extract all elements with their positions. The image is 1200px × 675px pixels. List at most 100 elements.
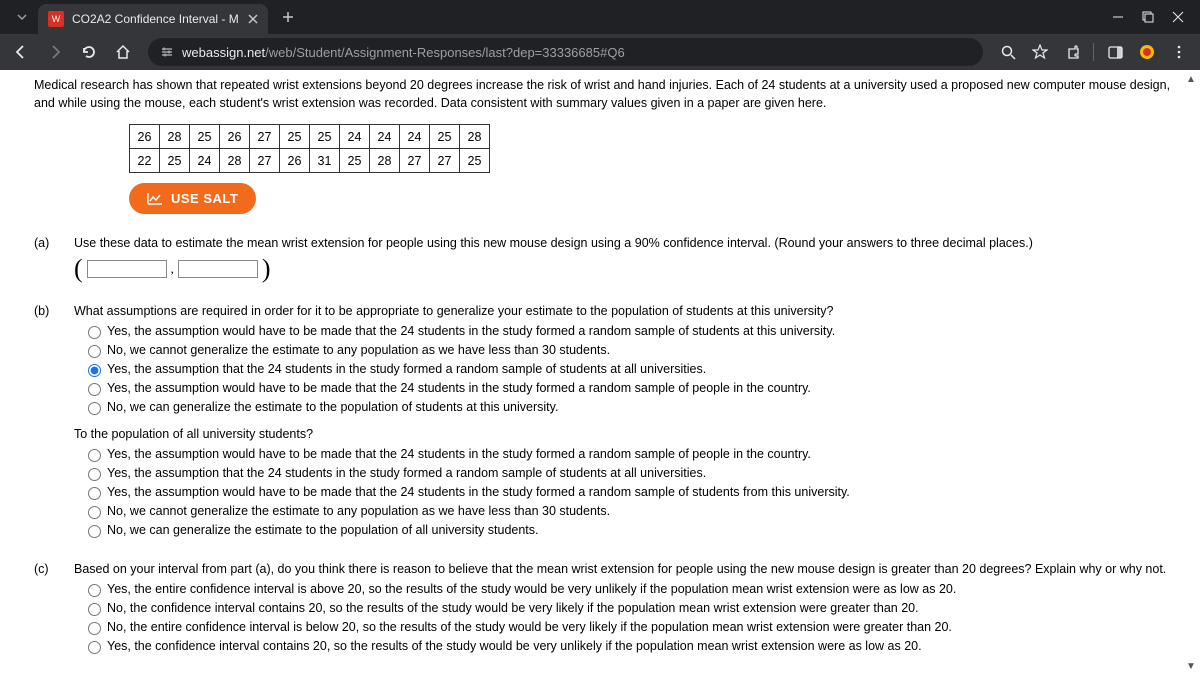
radio-input[interactable] (88, 345, 101, 358)
radio-option[interactable]: No, we can generalize the estimate to th… (88, 521, 1182, 540)
radio-input[interactable] (88, 525, 101, 538)
address-bar[interactable]: webassign.net/web/Student/Assignment-Res… (148, 38, 983, 66)
address-path: /web/Student/Assignment-Responses/last?d… (265, 45, 625, 60)
data-cell: 25 (460, 149, 490, 173)
radio-option[interactable]: Yes, the assumption that the 24 students… (88, 464, 1182, 483)
scroll-up-icon[interactable]: ▲ (1184, 72, 1198, 86)
data-cell: 27 (430, 149, 460, 173)
radio-option[interactable]: No, the entire confidence interval is be… (88, 618, 1182, 637)
option-text: Yes, the assumption would have to be mad… (107, 324, 835, 338)
extensions-icon[interactable] (1057, 37, 1087, 67)
radio-input[interactable] (88, 402, 101, 415)
favicon-icon: W (48, 11, 64, 27)
data-cell: 28 (460, 125, 490, 149)
radio-option[interactable]: No, the confidence interval contains 20,… (88, 599, 1182, 618)
radio-input[interactable] (88, 622, 101, 635)
site-settings-icon[interactable] (160, 45, 174, 59)
radio-input[interactable] (88, 326, 101, 339)
data-cell: 28 (220, 149, 250, 173)
option-text: Yes, the assumption would have to be mad… (107, 381, 811, 395)
browser-tab[interactable]: W CO2A2 Confidence Interval - M (38, 4, 268, 34)
data-cell: 25 (340, 149, 370, 173)
radio-option[interactable]: Yes, the assumption that the 24 students… (88, 360, 1182, 379)
part-a-label: (a) (34, 236, 64, 282)
data-cell: 26 (130, 125, 160, 149)
reload-button[interactable] (74, 37, 104, 67)
radio-option[interactable]: No, we cannot generalize the estimate to… (88, 341, 1182, 360)
bookmark-icon[interactable] (1025, 37, 1055, 67)
radio-option[interactable]: Yes, the assumption would have to be mad… (88, 379, 1182, 398)
forward-button[interactable] (40, 37, 70, 67)
toolbar: webassign.net/web/Student/Assignment-Res… (0, 34, 1200, 70)
data-cell: 27 (250, 125, 280, 149)
data-cell: 26 (280, 149, 310, 173)
side-panel-icon[interactable] (1100, 37, 1130, 67)
menu-icon[interactable] (1164, 37, 1194, 67)
option-text: Yes, the confidence interval contains 20… (107, 639, 922, 653)
radio-option[interactable]: Yes, the entire confidence interval is a… (88, 580, 1182, 599)
window-controls (1102, 11, 1194, 23)
radio-input[interactable] (88, 383, 101, 396)
radio-option[interactable]: Yes, the confidence interval contains 20… (88, 637, 1182, 656)
option-text: Yes, the assumption that the 24 students… (107, 466, 706, 480)
option-text: No, the entire confidence interval is be… (107, 620, 952, 634)
maximize-icon[interactable] (1142, 11, 1154, 23)
option-text: Yes, the entire confidence interval is a… (107, 582, 956, 596)
option-text: No, the confidence interval contains 20,… (107, 601, 919, 615)
data-cell: 22 (130, 149, 160, 173)
data-cell: 27 (250, 149, 280, 173)
data-cell: 25 (190, 125, 220, 149)
radio-input[interactable] (88, 364, 101, 377)
radio-input[interactable] (88, 506, 101, 519)
data-cell: 31 (310, 149, 340, 173)
titlebar: W CO2A2 Confidence Interval - M (0, 0, 1200, 34)
address-host: webassign.net (182, 45, 265, 60)
chart-icon (147, 192, 163, 206)
option-text: No, we can generalize the estimate to th… (107, 523, 539, 537)
page-content: ▲ ▼ Medical research has shown that repe… (0, 70, 1200, 675)
data-cell: 24 (340, 125, 370, 149)
close-icon[interactable] (248, 14, 258, 24)
minimize-icon[interactable] (1112, 11, 1124, 23)
search-icon[interactable] (993, 37, 1023, 67)
scroll-down-icon[interactable]: ▼ (1184, 659, 1198, 673)
data-cell: 25 (280, 125, 310, 149)
profile-button[interactable] (1132, 37, 1162, 67)
radio-input[interactable] (88, 468, 101, 481)
back-button[interactable] (6, 37, 36, 67)
tab-search-dropdown[interactable] (10, 5, 34, 29)
tab-title: CO2A2 Confidence Interval - M (72, 12, 240, 26)
data-cell: 28 (370, 149, 400, 173)
radio-input[interactable] (88, 584, 101, 597)
ci-lower-input[interactable] (87, 260, 167, 278)
data-cell: 25 (430, 125, 460, 149)
data-table: 2628252627252524242425282225242827263125… (129, 124, 490, 173)
radio-option[interactable]: Yes, the assumption would have to be mad… (88, 445, 1182, 464)
radio-input[interactable] (88, 487, 101, 500)
data-cell: 28 (160, 125, 190, 149)
ci-upper-input[interactable] (178, 260, 258, 278)
data-cell: 25 (310, 125, 340, 149)
data-cell: 27 (400, 149, 430, 173)
radio-input[interactable] (88, 641, 101, 654)
use-salt-label: USE SALT (171, 191, 238, 206)
radio-input[interactable] (88, 449, 101, 462)
part-b-subquestion: To the population of all university stud… (74, 427, 1182, 441)
option-text: Yes, the assumption would have to be mad… (107, 485, 850, 499)
radio-option[interactable]: No, we can generalize the estimate to th… (88, 398, 1182, 417)
data-cell: 24 (190, 149, 220, 173)
data-cell: 24 (400, 125, 430, 149)
radio-option[interactable]: Yes, the assumption would have to be mad… (88, 483, 1182, 502)
option-text: No, we cannot generalize the estimate to… (107, 343, 610, 357)
use-salt-button[interactable]: USE SALT (129, 183, 256, 214)
close-window-icon[interactable] (1172, 11, 1184, 23)
radio-option[interactable]: No, we cannot generalize the estimate to… (88, 502, 1182, 521)
data-cell: 24 (370, 125, 400, 149)
radio-option[interactable]: Yes, the assumption would have to be mad… (88, 322, 1182, 341)
part-b-label: (b) (34, 304, 64, 540)
radio-input[interactable] (88, 603, 101, 616)
new-tab-button[interactable] (274, 3, 302, 31)
ci-input-group: ( , ) (74, 256, 1182, 282)
part-b-text: What assumptions are required in order f… (74, 304, 1182, 318)
home-button[interactable] (108, 37, 138, 67)
